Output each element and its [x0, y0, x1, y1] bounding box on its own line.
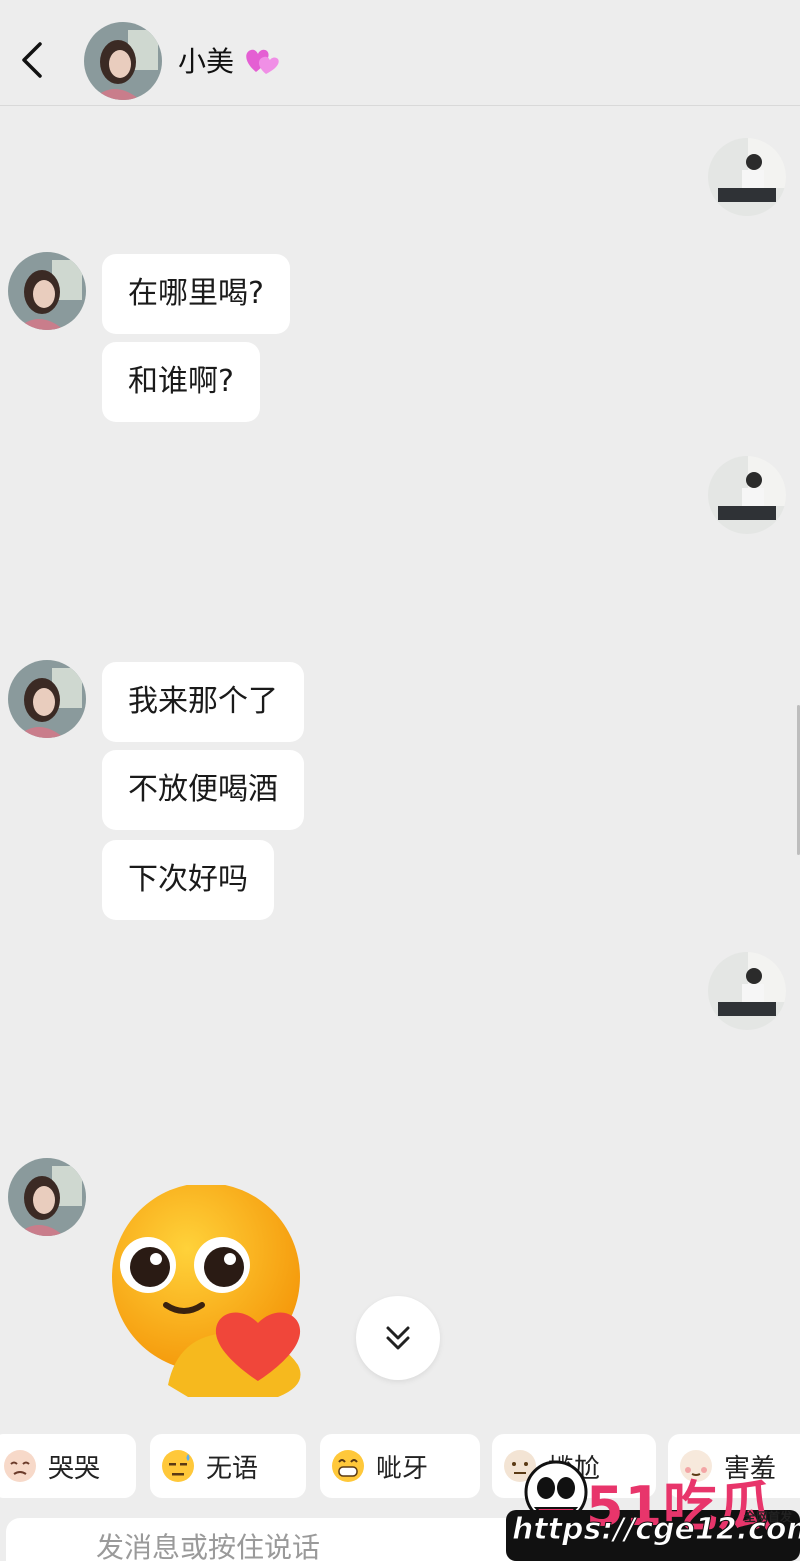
- quick-reply-label: 哭哭: [48, 1453, 101, 1484]
- message-bubble[interactable]: 在哪里喝?: [102, 254, 290, 334]
- quick-reply-label: 呲牙: [376, 1453, 429, 1484]
- quick-reply-label: 无语: [206, 1453, 259, 1484]
- contact-avatar[interactable]: [8, 252, 86, 330]
- contact-avatar[interactable]: [8, 660, 86, 738]
- contact-avatar[interactable]: [8, 1158, 86, 1236]
- message-bubble[interactable]: 不放便喝酒: [102, 750, 304, 830]
- quick-reply-chip[interactable]: 哭哭: [0, 1434, 136, 1498]
- speechless-face-icon: [162, 1450, 194, 1482]
- quick-reply-chip[interactable]: 呲牙: [320, 1434, 480, 1498]
- quick-reply-chip[interactable]: 无语: [150, 1434, 306, 1498]
- self-avatar[interactable]: [708, 138, 786, 216]
- purple-double-heart-icon: [246, 49, 279, 74]
- watermark-badge: 全网首发: [744, 1510, 793, 1524]
- double-chevron-down-icon: [386, 1326, 410, 1350]
- scroll-to-bottom-button[interactable]: [356, 1296, 440, 1380]
- self-avatar[interactable]: [708, 952, 786, 1030]
- emoji-holding-heart-sticker[interactable]: [108, 1185, 358, 1400]
- chevron-left-icon: [22, 42, 42, 78]
- chat-header: 小美: [0, 0, 800, 106]
- contact-avatar[interactable]: [84, 22, 162, 100]
- crying-face-icon: [4, 1450, 36, 1482]
- message-bubble[interactable]: 下次好吗: [102, 840, 274, 920]
- message-bubble[interactable]: 我来那个了: [102, 662, 304, 742]
- self-avatar[interactable]: [708, 456, 786, 534]
- back-button[interactable]: [14, 38, 50, 82]
- grin-face-icon: [332, 1450, 364, 1482]
- message-bubble[interactable]: 和谁啊?: [102, 342, 260, 422]
- contact-name: 小美: [178, 45, 235, 78]
